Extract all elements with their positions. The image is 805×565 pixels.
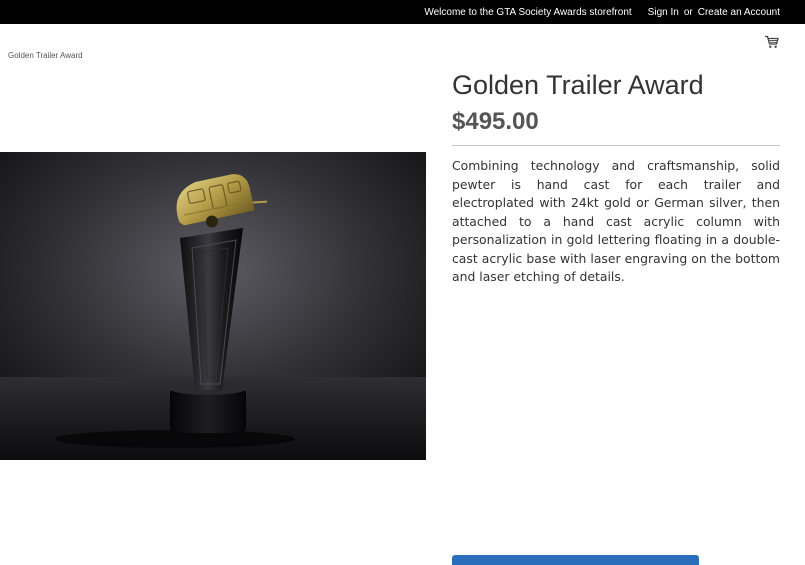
top-bar: Welcome to the GTA Society Awards storef… xyxy=(0,0,805,24)
create-account-link[interactable]: Create an Account xyxy=(698,7,780,18)
breadcrumb-current: Golden Trailer Award xyxy=(8,51,83,60)
breadcrumb: Golden Trailer Award xyxy=(8,51,83,60)
add-to-cart-button[interactable] xyxy=(452,555,699,565)
or-separator: or xyxy=(683,6,693,18)
product-title: Golden Trailer Award xyxy=(452,70,704,100)
divider xyxy=(452,145,780,146)
product-image xyxy=(0,152,426,460)
welcome-message: Welcome to the GTA Society Awards storef… xyxy=(424,6,632,18)
product-price: $495.00 xyxy=(452,108,539,135)
shopping-cart-icon[interactable] xyxy=(765,34,779,48)
sign-in-link[interactable]: Sign In xyxy=(648,7,679,18)
product-description: Combining technology and craftsmanship, … xyxy=(452,158,780,284)
